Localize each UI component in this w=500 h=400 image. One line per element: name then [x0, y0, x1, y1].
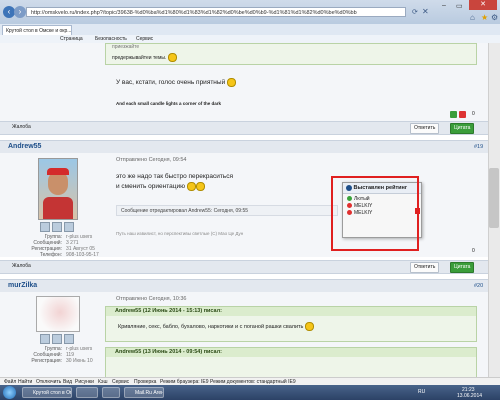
username[interactable]: murZilka — [8, 282, 37, 289]
phone-label: Телефон: — [39, 252, 62, 258]
edit-notice: Сообщение отредактировал Andrew55: Сегод… — [116, 205, 338, 216]
quote-body-text: Кривляние, секс, бабло, бухалово, наркот… — [118, 323, 304, 330]
gear-icon[interactable]: ⚙ — [491, 13, 498, 22]
reply-button[interactable]: Ответить — [410, 123, 440, 134]
browser-titlebar: ‹ › http://omskvelo.ru/index.php?/topic/… — [0, 0, 500, 24]
start-button[interactable] — [3, 386, 16, 399]
pm-icon[interactable] — [52, 334, 62, 344]
signature: Путь наш извилист, но перспективы светлы… — [116, 231, 244, 236]
www-icon[interactable] — [64, 222, 74, 232]
avatar[interactable] — [36, 296, 80, 332]
tab-strip: Крутой стол в Омске и окр... — [0, 24, 500, 35]
smiley-icon — [227, 78, 237, 87]
post-number[interactable]: #20 — [474, 283, 483, 289]
quote-block: Andrew55 (13 Июнь 2014 - 09:54) писал: — [105, 347, 477, 377]
profile-icon[interactable] — [40, 222, 50, 232]
post-line-1: это же надо так быстро перекраситься — [116, 173, 233, 180]
taskbar-app-mail-agent[interactable]: Mail.Ru Агент — [124, 387, 164, 398]
www-icon[interactable] — [64, 334, 74, 344]
post-date: Отправлено Сегодня, 09:54 — [116, 157, 187, 163]
rating-count: 0 — [472, 111, 475, 117]
quote-header: Andrew55 (13 Июнь 2014 - 09:54) писал: — [106, 348, 476, 357]
service-menu[interactable]: Сервис — [136, 35, 153, 43]
maximize-icon[interactable]: ▭ — [456, 2, 463, 10]
shirt-shape — [43, 197, 73, 219]
taskbar-app-browser[interactable]: Крутой стол в Омске... — [22, 387, 72, 398]
post-top: приезжайте предержывайтеи темы. У вас, к… — [0, 43, 488, 121]
taskbar-app-media[interactable] — [102, 387, 120, 398]
smiley-icon — [167, 53, 177, 62]
smiley-icon — [304, 322, 314, 331]
username[interactable]: Andrew55 — [8, 143, 41, 150]
taskbar-app-explorer[interactable] — [76, 387, 98, 398]
stop-icon[interactable]: ✕ — [422, 7, 429, 16]
smiley-icon — [195, 182, 205, 191]
language-indicator[interactable]: RU — [418, 389, 425, 395]
post-number[interactable]: #19 — [474, 144, 483, 150]
clock-date[interactable]: 13.06.2014 — [457, 393, 482, 399]
post-line-2-text: и сменить ориентацию — [116, 183, 185, 191]
quote-block: Andrew55 (12 Июнь 2014 - 15:13) писал: К… — [105, 306, 477, 342]
smiley-icon — [186, 182, 196, 191]
refresh-icon[interactable]: ⟳ — [412, 8, 418, 16]
post-date: Отправлено Сегодня, 10:36 — [116, 296, 187, 302]
quote-partial-text: приезжайте — [112, 44, 140, 50]
address-bar[interactable]: http://omskvelo.ru/index.php?/topic/3963… — [26, 7, 406, 17]
pm-icon[interactable] — [52, 222, 62, 232]
home-icon[interactable]: ⌂ — [470, 13, 475, 22]
quote-body: Кривляние, секс, бабло, бухалово, наркот… — [106, 322, 476, 331]
rate-up-icon[interactable] — [450, 111, 457, 118]
post-actions-bar: Жалоба Ответить Цитата — [0, 260, 488, 274]
quote-line: предержывайтеи темы. — [106, 53, 476, 62]
cap-shape — [47, 168, 69, 175]
quote-button[interactable]: Цитата — [450, 123, 475, 134]
registration-value: 30 Июнь 10 — [66, 358, 93, 364]
quote-line-text: предержывайтеи темы. — [112, 54, 167, 61]
minimize-icon[interactable]: – — [442, 2, 446, 9]
forward-button[interactable]: › — [14, 6, 26, 18]
page-menu[interactable]: Страница — [60, 35, 83, 43]
post-murz: Группа: г-plus users Сообщений: 119 Реги… — [0, 292, 488, 377]
tab-active[interactable]: Крутой стол в Омске и окр... — [2, 25, 72, 35]
rating-count: 0 — [472, 248, 475, 254]
security-menu[interactable]: Безопасность — [95, 35, 127, 43]
highlight-frame — [331, 176, 419, 251]
profile-icon[interactable] — [40, 334, 50, 344]
close-window-icon[interactable]: ✕ — [469, 0, 497, 10]
taskbar: Крутой стол в Омске... Mail.Ru Агент RU … — [0, 385, 500, 400]
post-text-content: У вас, кстати, голос очень приятный — [116, 79, 226, 87]
post-text: У вас, кстати, голос очень приятный — [116, 78, 237, 87]
favorites-star-icon[interactable]: ★ — [481, 13, 488, 22]
phone-value: 908-103-95-17 — [66, 252, 99, 258]
report-button[interactable]: Жалоба — [9, 262, 34, 271]
avatar[interactable] — [38, 158, 78, 220]
registration-label: Регистрация: — [31, 358, 62, 364]
quote-block: приезжайте предержывайтеи темы. — [105, 43, 477, 65]
reply-button[interactable]: Ответить — [410, 262, 440, 273]
post-actions-bar: Жалоба Ответить Цитата — [0, 121, 488, 135]
quote-button[interactable]: Цитата — [450, 262, 475, 273]
post-line-2: и сменить ориентацию — [116, 182, 205, 191]
scrollbar-thumb[interactable] — [489, 168, 499, 228]
signature: And each small candle lights a corner of… — [116, 101, 222, 106]
report-button[interactable]: Жалоба — [9, 123, 34, 132]
rate-down-icon[interactable] — [459, 111, 466, 118]
highlight-marker — [415, 208, 420, 214]
quote-header: Andrew55 (12 Июнь 2014 - 15:13) писал: — [106, 307, 476, 316]
